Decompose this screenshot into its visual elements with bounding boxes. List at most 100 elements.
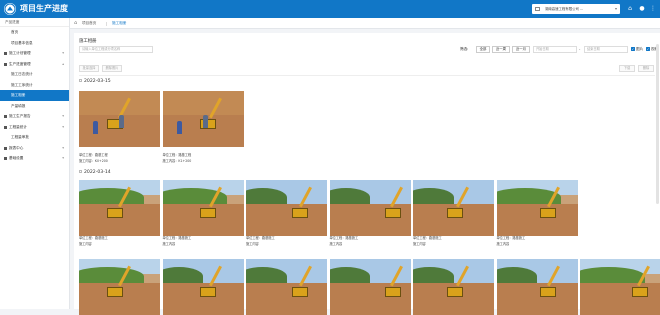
machine bbox=[107, 208, 123, 218]
menu-icon[interactable]: ⋮ bbox=[649, 4, 657, 14]
photo-thumbnail[interactable] bbox=[162, 259, 244, 315]
group-checkbox[interactable] bbox=[79, 79, 82, 82]
photo-caption-content: 施工内容 bbox=[162, 242, 176, 246]
photo-thumbnail[interactable] bbox=[329, 180, 411, 236]
sidebar-item[interactable]: 基础设置 ▾ bbox=[0, 153, 69, 164]
sidebar-item[interactable]: 生产进度管理 ▴ bbox=[0, 59, 69, 70]
sidebar-item-label: 工程量审批 bbox=[11, 135, 29, 139]
sidebar-item[interactable]: 施工日志统计 bbox=[0, 69, 69, 80]
photo-ground bbox=[496, 203, 578, 236]
photo-thumbnail[interactable] bbox=[413, 259, 494, 315]
sidebar-item[interactable]: 施工计划管理 ▾ bbox=[0, 48, 69, 59]
org-select-value: 湖南高速工程有限公司 ... bbox=[545, 7, 584, 11]
machine bbox=[632, 287, 648, 297]
photo-checkbox-label: 图片 bbox=[636, 47, 644, 51]
photo-caption-project: 单位工程：路基施工 bbox=[413, 236, 442, 240]
sidebar-item[interactable]: 项目基本信息 bbox=[0, 38, 69, 49]
org-select[interactable]: 湖南高速工程有限公司 ... ▾ bbox=[532, 4, 620, 14]
sidebar-item[interactable]: 施工生产报告 ▾ bbox=[0, 111, 69, 122]
photo-thumbnail[interactable] bbox=[79, 91, 160, 147]
photo-thumbnail[interactable] bbox=[496, 259, 578, 315]
sidebar-item-label: 首页 bbox=[11, 30, 19, 34]
sidebar-item[interactable]: 施工工序统计 bbox=[0, 80, 69, 91]
sidebar-item[interactable]: 工程量审批 bbox=[0, 132, 69, 143]
batch-select-button[interactable]: 批量选择 bbox=[79, 65, 99, 72]
machine bbox=[539, 287, 556, 297]
photo-thumbnail[interactable] bbox=[580, 259, 660, 315]
home-icon[interactable]: ⌂ bbox=[626, 4, 634, 14]
breadcrumb: ⌂ 项目首页 施工相册 bbox=[70, 18, 660, 29]
menu-group-icon bbox=[4, 157, 7, 160]
sidebar-item-label: 施工计划管理 bbox=[9, 51, 31, 55]
delete-button[interactable]: 删除 bbox=[638, 65, 654, 72]
chevron-icon: ▾ bbox=[62, 114, 64, 118]
photo-thumbnail[interactable] bbox=[162, 91, 244, 147]
chevron-icon: ▾ bbox=[62, 145, 64, 150]
filter-month-button[interactable]: 近一月 bbox=[512, 46, 530, 53]
sidebar-item[interactable]: 施工相册 bbox=[0, 90, 69, 101]
sidebar-item-label: 报表中心 bbox=[9, 145, 24, 150]
menu-group-icon bbox=[4, 52, 7, 55]
photo-caption-project: 单位工程：路基工程 bbox=[162, 153, 192, 157]
filter-week-button[interactable]: 近一周 bbox=[492, 46, 510, 53]
app-header: 项目生产进度 湖南高速工程有限公司 ... ▾ ⌂ ● ⋮ bbox=[0, 0, 660, 18]
end-date-input[interactable]: 结束日期 bbox=[584, 46, 628, 53]
chevron-icon: ▾ bbox=[62, 156, 64, 160]
chevron-icon: ▾ bbox=[62, 124, 64, 129]
photo-thumbnail[interactable] bbox=[496, 180, 578, 236]
machine bbox=[384, 287, 401, 297]
photo-thumbnail[interactable] bbox=[79, 259, 160, 315]
sidebar-item[interactable]: 产量填报 bbox=[0, 101, 69, 112]
filter-all-button[interactable]: 全部 bbox=[476, 46, 490, 53]
photo-thumbnail[interactable] bbox=[246, 180, 327, 236]
breadcrumb-separator bbox=[106, 18, 110, 29]
machine bbox=[447, 287, 463, 297]
worker bbox=[119, 115, 124, 128]
photo-checkbox[interactable]: ✓ bbox=[631, 47, 635, 51]
sidebar-item-label: 工程量统计 bbox=[9, 124, 27, 129]
photo-caption-project: 单位工程：路基施工 bbox=[496, 236, 526, 240]
photo-ground bbox=[246, 282, 327, 315]
sidebar-item[interactable]: 报表中心 ▾ bbox=[0, 143, 69, 154]
app-title: 项目生产进度 bbox=[20, 4, 68, 13]
machine bbox=[199, 119, 216, 129]
building-icon bbox=[535, 7, 540, 11]
filter-label: 筛选: bbox=[460, 47, 469, 51]
date-group-label: 2022-03-14 bbox=[84, 170, 111, 175]
photo-caption-project: 单位工程：路基工程 bbox=[79, 153, 108, 157]
delete-photo-button[interactable]: 删除照片 bbox=[102, 65, 122, 72]
user-icon[interactable]: ● bbox=[638, 4, 646, 14]
sidebar-header-label: 产品进度 bbox=[5, 20, 20, 24]
photo-caption-content: 施工内容：K1+200 bbox=[162, 159, 192, 163]
sidebar-item-label: 项目基本信息 bbox=[11, 40, 33, 45]
scrollbar[interactable] bbox=[656, 44, 659, 204]
start-date-input[interactable]: 开始日期 bbox=[533, 46, 577, 53]
sidebar-item[interactable]: 首页 bbox=[0, 27, 69, 38]
group-checkbox[interactable] bbox=[79, 170, 82, 173]
download-button[interactable]: 下载 bbox=[619, 65, 635, 72]
breadcrumb-item-current: 施工相册 bbox=[112, 21, 127, 25]
video-checkbox[interactable]: ✓ bbox=[646, 47, 650, 51]
photo-thumbnail[interactable] bbox=[79, 180, 160, 236]
photo-thumbnail[interactable] bbox=[413, 180, 494, 236]
photo-thumbnail[interactable] bbox=[162, 180, 244, 236]
app-logo-icon bbox=[4, 3, 16, 15]
sidebar-item-label: 产量填报 bbox=[11, 103, 26, 108]
worker bbox=[93, 121, 98, 134]
photo-thumbnail[interactable] bbox=[329, 259, 411, 315]
machine bbox=[292, 208, 308, 218]
photo-caption-content: 施工内容 bbox=[79, 242, 92, 246]
machine bbox=[107, 287, 123, 297]
breadcrumb-item-home[interactable]: 项目首页 bbox=[82, 18, 96, 29]
sidebar-item[interactable]: 工程量统计 ▾ bbox=[0, 122, 69, 133]
sidebar-menu: 首页 项目基本信息 施工计划管理 ▾ 生产进度管理 ▴ 施工日志统计 施工工序统计 施工相册 产量… bbox=[0, 27, 69, 164]
search-input[interactable]: 请输入单位工程或分项名称 bbox=[79, 46, 153, 53]
home-icon[interactable]: ⌂ bbox=[74, 21, 79, 26]
machine bbox=[199, 287, 216, 297]
photo-caption-content: 施工内容 bbox=[246, 242, 259, 246]
menu-group-icon bbox=[4, 146, 7, 150]
photo-thumbnail[interactable] bbox=[246, 259, 327, 315]
main-panel: 施工相册 请输入单位工程或分项名称 筛选: 全部 近一周 近一月 开始日期 - … bbox=[74, 33, 660, 315]
machine bbox=[539, 208, 556, 218]
photo-caption-project: 单位工程：路基施工 bbox=[162, 236, 192, 240]
